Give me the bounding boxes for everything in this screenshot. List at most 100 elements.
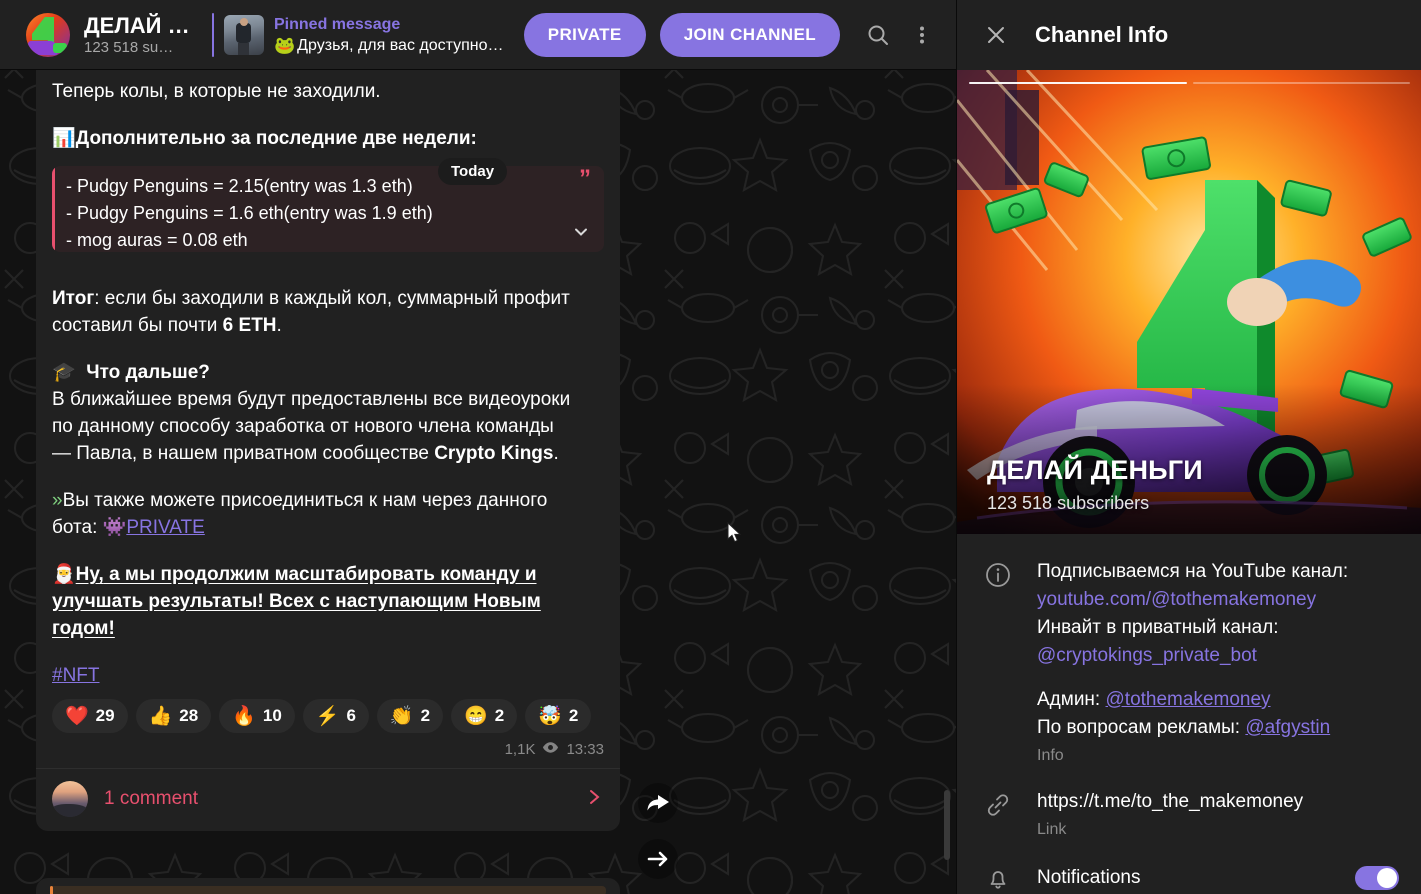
carousel-segment-2[interactable] [1192, 82, 1410, 84]
channel-message-bubble[interactable]: Теперь колы, в которые не заходили. 📊Доп… [36, 70, 620, 831]
channel-title: ДЕЛАЙ … [84, 12, 190, 38]
pinned-message-thumbnail[interactable] [224, 14, 264, 55]
thumb-leg-shape [238, 42, 249, 55]
quoted-block[interactable]: ” - Pudgy Penguins = 2.15(entry was 1.3 … [52, 166, 604, 252]
admin-label: Админ: [1037, 689, 1106, 710]
chat-scrollbar[interactable] [944, 790, 950, 860]
channel-subscriber-count: 123 518 su… [84, 38, 174, 56]
info-row-link[interactable]: https://t.me/to_the_makemoney Link [957, 778, 1421, 852]
bio-link-ads[interactable]: @afgystin [1245, 717, 1330, 738]
join-p2-prefix: бота: [52, 517, 103, 538]
info-panel-title: Channel Info [1035, 22, 1169, 47]
total-line2-suffix: . [276, 315, 282, 336]
avatar-rock-shape [52, 804, 88, 817]
arrow-down-icon[interactable] [638, 839, 678, 879]
pinned-divider [212, 12, 214, 57]
bio-link-admin[interactable]: @tothemakemoney [1106, 689, 1271, 710]
chat-column: ДЕЛАЙ … 123 518 su… Pinned message 🐸 Друз… [0, 0, 956, 894]
channel-avatar[interactable] [26, 12, 70, 57]
info-icon [983, 558, 1013, 589]
message-total-line2: составил бы почти 6 ETH. [52, 312, 604, 339]
carousel-segment-1[interactable] [969, 82, 1187, 84]
message-final-line1: 🎅Ну, а мы продолжим масштабировать коман… [52, 561, 604, 588]
reaction-heart[interactable]: ❤️ 29 [52, 699, 128, 733]
link-sublabel: Link [1037, 821, 1067, 838]
channel-link[interactable]: https://t.me/to_the_makemoney [1037, 788, 1399, 816]
ads-label: По вопросам рекламы: [1037, 717, 1246, 738]
heart-icon: ❤️ [65, 705, 89, 727]
forward-icon[interactable] [638, 783, 678, 823]
hashtag-nft[interactable]: #NFT [52, 665, 100, 686]
chevron-down-icon[interactable] [572, 223, 590, 246]
private-link[interactable]: PRIVATE [126, 517, 204, 538]
info-row-notifications[interactable]: Notifications [957, 852, 1421, 894]
message-next-p2: по данному способу заработка от нового ч… [52, 416, 554, 437]
search-icon[interactable] [856, 13, 900, 57]
channel-cover-photo[interactable]: ДЕЛАЙ ДЕНЬГИ 123 518 subscribers [957, 70, 1421, 534]
thumb-head-shape [240, 17, 248, 26]
bell-icon [983, 862, 1013, 893]
channel-title-block[interactable]: ДЕЛАЙ … 123 518 su… [84, 13, 204, 57]
message-next-p3: — Павла, в нашем приватном сообществе Cr… [52, 440, 604, 467]
bio-line-invite-label: Инвайт в приватный канал: [1037, 617, 1279, 638]
reaction-lightning[interactable]: ⚡ 6 [302, 699, 369, 733]
pinned-message-preview: 🐸 Друзья, для вас доступно… [274, 35, 512, 56]
fire-icon: 🔥 [232, 705, 256, 727]
reaction-clap[interactable]: 👏 2 [376, 699, 444, 733]
more-vertical-icon[interactable] [900, 13, 944, 57]
notifications-toggle[interactable] [1355, 865, 1399, 890]
info-row-about[interactable]: Подписываемся на YouTube канал: youtube.… [957, 548, 1421, 778]
final-bold: Ну, [75, 564, 104, 585]
channel-info-panel: Channel Info ДЕЛАЙ ДЕНЬГИ 123 518 subscr… [956, 0, 1421, 894]
message-final-line2: улучшать результаты! Всех с наступающим … [52, 588, 604, 642]
about-text: Подписываемся на YouTube канал: youtube.… [1037, 558, 1399, 768]
reaction-grin[interactable]: 😁 2 [451, 699, 518, 733]
clap-icon: 👏 [389, 705, 414, 727]
reaction-count: 2 [568, 706, 579, 725]
total-label: Итог [52, 288, 95, 309]
comments-label: 1 comment [104, 788, 198, 809]
link-icon [983, 788, 1013, 819]
pinned-message[interactable]: Pinned message 🐸 Друзья, для вас доступно… [274, 14, 512, 56]
about-sublabel: Info [1037, 747, 1064, 764]
message-next-p1: В ближайшее время будут предоставлены вс… [52, 389, 571, 410]
chevron-right-icon [584, 787, 604, 812]
reaction-fire[interactable]: 🔥 10 [219, 699, 295, 733]
cover-channel-name: ДЕЛАЙ ДЕНЬГИ [987, 455, 1203, 485]
reaction-count: 10 [262, 706, 282, 725]
pinned-message-text: Друзья, для вас доступно… [297, 36, 504, 54]
toggle-knob [1377, 867, 1397, 888]
bio-link-youtube[interactable]: youtube.com/@tothemakemoney [1037, 586, 1399, 614]
message-list[interactable]: Today Теперь колы, в которые не заходили… [0, 70, 956, 894]
join-channel-button[interactable]: JOIN CHANNEL [659, 12, 840, 57]
mindblown-icon: 🤯 [538, 705, 562, 727]
santa-icon: 🎅 [52, 564, 76, 585]
private-button[interactable]: PRIVATE [523, 12, 646, 57]
message-meta: 1,1K 13:33 [52, 733, 604, 768]
view-count: 1,1K [504, 741, 536, 758]
next-heading: Что дальше? [86, 362, 210, 383]
reaction-mindblown[interactable]: 🤯 2 [525, 699, 592, 733]
message-heading-row: 📊Дополнительно за последние две недели: [52, 125, 604, 152]
message-join-p2: бота: 👾PRIVATE [52, 514, 604, 541]
double-arrow-icon: » [52, 490, 63, 511]
message-join-p1: »Вы также можете присоединиться к нам че… [52, 487, 604, 514]
final-underline-1: а мы продолжим масштабировать команду и [103, 564, 537, 585]
reaction-count: 28 [179, 706, 199, 725]
notifications-label: Notifications [1037, 866, 1141, 888]
thumbsup-icon: 👍 [148, 705, 173, 727]
comments-button[interactable]: 1 comment [36, 768, 620, 831]
quote-line: - mog auras = 0.08 eth [66, 230, 248, 250]
bio-link-private-bot[interactable]: @cryptokings_private_bot [1037, 642, 1399, 670]
pinned-message-label: Pinned message [274, 15, 401, 33]
close-icon[interactable] [983, 22, 1009, 48]
link-text: https://t.me/to_the_makemoney Link [1037, 788, 1399, 842]
bar-chart-icon: 📊 [52, 128, 76, 149]
bio-line-youtube-label: Подписываемся на YouTube канал: [1037, 561, 1349, 582]
reaction-thumbsup[interactable]: 👍 28 [135, 699, 212, 733]
next-message-peek[interactable] [36, 878, 620, 894]
reaction-count: 2 [494, 706, 505, 725]
